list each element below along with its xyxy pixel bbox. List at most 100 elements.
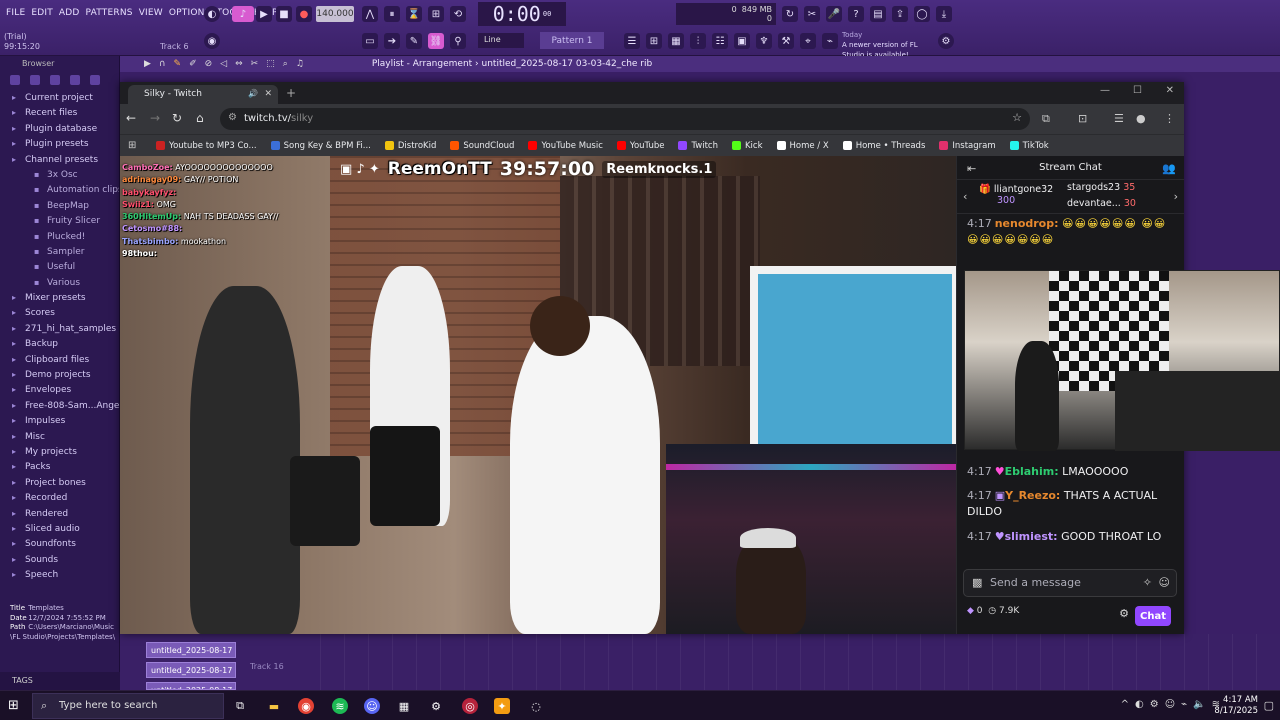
update-icon[interactable]: ⚙ [938,33,954,49]
download-icon[interactable]: ⤓ [936,6,952,22]
browser-item[interactable]: ▪ Various [0,275,119,290]
pattern-clip[interactable]: untitled_2025-08-17 03-... [146,682,236,690]
bits-icon[interactable]: ✧ [1143,576,1152,589]
song-mode-icon[interactable]: ♪ [232,6,254,22]
app-icon[interactable]: ▦ [396,698,412,714]
browser-tool-icon[interactable] [30,75,40,85]
chrome-icon[interactable]: ◉ [298,698,314,714]
address-bar[interactable]: ⚙ twitch.tv/silky ☆ [220,108,1030,130]
arrow-icon[interactable]: ➔ [384,33,400,49]
playlist-delete-icon[interactable]: ⊘ [205,59,213,69]
browser-item[interactable]: ▪ Plucked! [0,229,119,244]
countdown-icon[interactable]: ⌛ [406,6,422,22]
pattern-clip[interactable]: untitled_2025-08-17 03-... [146,662,236,678]
browser-item[interactable]: ▸ Recent files [0,105,119,120]
back-icon[interactable]: ← [126,111,136,125]
browser-tool-icon[interactable] [90,75,100,85]
bookmark-item[interactable]: Home • Threads [842,141,925,151]
menu-view[interactable]: VIEW [139,8,163,18]
export-icon[interactable]: ⇪ [892,6,908,22]
browser-item[interactable]: ▸ Scores [0,305,119,320]
picture-in-picture-video[interactable] [964,270,1280,451]
files-icon[interactable]: ▣ [734,33,750,49]
smiley-icon[interactable]: ☺ [1159,576,1170,589]
save-icon[interactable]: ▤ [870,6,886,22]
leaderboard-entry-1[interactable]: 🎁 lliantgone32 300 [979,184,1053,206]
pencil-icon[interactable]: ✎ [406,33,422,49]
chat-message[interactable]: 4:17 nenodrop: 😀😀😀😀😀😀 😀😀😀😀😀😀😀😀😀 [967,216,1177,248]
community-icon[interactable]: 👥 [1162,162,1176,175]
browser-item[interactable]: ▸ Impulses [0,413,119,428]
refresh-icon[interactable]: ↻ [782,6,798,22]
metronome-icon[interactable]: ⋀ [362,6,378,22]
task-view-icon[interactable]: ⧉ [232,698,248,714]
browser-item[interactable]: ▸ Demo projects [0,367,119,382]
bookmark-star-icon[interactable]: ☆ [1012,111,1022,124]
home-icon[interactable]: ⌂ [196,111,204,125]
tab-twitch[interactable]: Silky - Twitch 🔊 ✕ [128,85,278,104]
browser-item[interactable]: ▸ Plugin database [0,121,119,136]
tray-volume-icon[interactable]: 🔈 [1193,699,1205,710]
browser-view-icon[interactable]: ☷ [712,33,728,49]
leaderboard-entry-3[interactable]: devantae... 30 [1067,198,1136,209]
bookmark-item[interactable]: Kick [731,141,763,151]
chat-message[interactable]: 4:17 ♥Eblahim: LMAOOOOO [967,464,1177,480]
channel-points-icon[interactable]: ◆ [967,606,974,616]
wait-icon[interactable]: ⏸ [384,6,400,22]
tray-discord-icon[interactable]: ☺ [1165,699,1175,710]
leaderboard-next-icon[interactable]: › [1174,190,1178,203]
playlist-slice-icon[interactable]: ✂ [251,59,259,69]
playlist-icon[interactable]: ☰ [624,33,640,49]
forward-icon[interactable]: → [150,111,160,125]
maximize-icon[interactable]: ☐ [1133,85,1142,96]
browser-item[interactable]: ▸ Sounds [0,552,119,567]
playlist-mute-icon[interactable]: ◁ [220,59,227,69]
taskbar-search[interactable]: ⌕ Type here to search [32,693,224,719]
file-explorer-icon[interactable]: ▬ [266,698,282,714]
fl-studio-icon[interactable]: ✦ [494,698,510,714]
playlist-select-icon[interactable]: ⬚ [266,59,275,69]
close-tab-icon[interactable]: ✕ [264,89,272,99]
steam-icon[interactable]: ⚙ [428,698,444,714]
playlist-magnet-icon[interactable]: ∩ [159,59,166,69]
mic-icon[interactable]: 🎤 [826,6,842,22]
plugin-icon[interactable]: ♆ [756,33,772,49]
stream-video[interactable]: ▣ ♪ ✦ ReemOnTT 39:57:00 Reemknocks.1 Cam… [120,156,956,634]
bookmark-item[interactable]: Youtube to MP3 Co... [156,141,257,151]
apps-grid-icon[interactable]: ⊞ [128,140,136,151]
browser-tool-icon[interactable] [70,75,80,85]
piano-roll-view-icon[interactable]: ▦ [668,33,684,49]
mixer-view-icon[interactable]: ⫶ [690,33,706,49]
tray-network-icon[interactable]: ⌁ [1181,699,1187,710]
browser-item[interactable]: ▸ 271_hi_hat_samples [0,321,119,336]
snap-select[interactable]: Line [478,33,524,48]
tray-steam-icon[interactable]: ⚙ [1150,699,1159,710]
browser-item[interactable]: ▸ Misc [0,429,119,444]
piano-roll-icon[interactable]: ▭ [362,33,378,49]
playlist-brush-icon[interactable]: ✐ [189,59,197,69]
mixer-icon[interactable]: ✂ [804,6,820,22]
browser-item[interactable]: ▸ Plugin presets [0,136,119,151]
arrangement-area[interactable]: untitled_2025-08-17 03-... untitled_2025… [120,634,1280,690]
menu-patterns[interactable]: PATTERNS [86,8,133,18]
tray-app-icon[interactable]: ◐ [1135,699,1144,710]
browser-item[interactable]: ▪ Automation clips [0,182,119,197]
app-circle-icon[interactable]: ◌ [528,698,544,714]
mouse-icon[interactable]: ⌖ [800,33,816,49]
chat-icon[interactable]: ◯ [914,6,930,22]
browser-tool-icon[interactable] [50,75,60,85]
emote-picker-icon[interactable]: ▩ [972,576,982,589]
browser-tool-icon[interactable] [10,75,20,85]
app-red-icon[interactable]: ◎ [462,698,478,714]
browser-item[interactable]: ▸ Channel presets [0,152,119,167]
browser-item[interactable]: ▸ Mixer presets [0,290,119,305]
step-edit-icon[interactable]: ⊞ [428,6,444,22]
profile-avatar-icon[interactable]: ● [1136,112,1146,125]
browser-item[interactable]: ▸ Soundfonts [0,536,119,551]
tray-chevron-icon[interactable]: ^ [1121,699,1129,710]
reading-list-icon[interactable]: ☰ [1114,112,1124,125]
play-icon[interactable]: ▶ [256,6,272,22]
browser-item[interactable]: ▸ Clipboard files [0,352,119,367]
chat-send-button[interactable]: Chat [1135,606,1171,626]
chat-message[interactable]: 4:17 ▣Y_Reezo: THATS A ACTUAL DILDO [967,488,1177,520]
